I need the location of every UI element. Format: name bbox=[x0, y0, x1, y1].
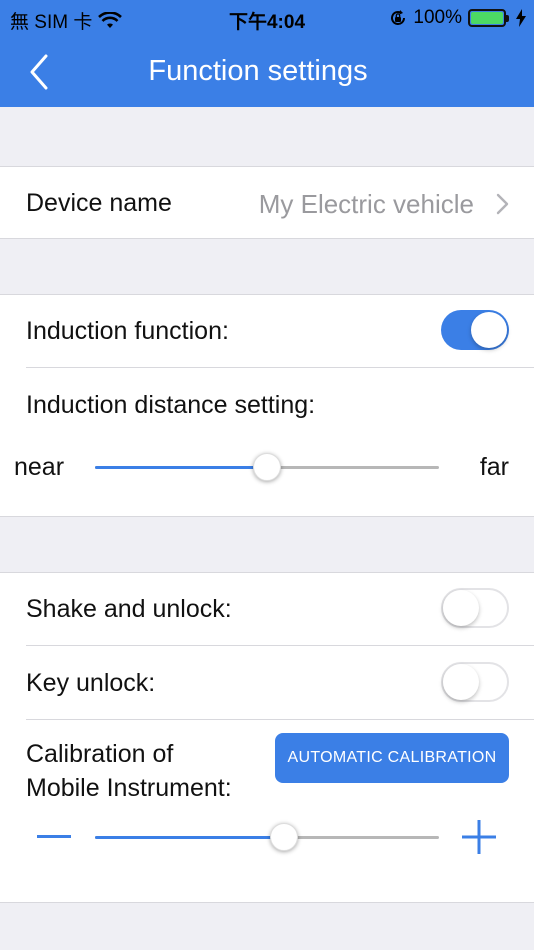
calibration-label-line2: Mobile Instrument: bbox=[26, 774, 232, 802]
slider-fill bbox=[95, 836, 285, 839]
battery-icon bbox=[468, 9, 509, 27]
slider-fill bbox=[95, 466, 267, 469]
orientation-lock-icon bbox=[391, 10, 406, 25]
divider bbox=[26, 367, 534, 368]
key-unlock-label: Key unlock: bbox=[26, 669, 156, 697]
divider bbox=[26, 645, 534, 646]
device-name-label: Device name bbox=[26, 189, 172, 217]
far-label: far bbox=[479, 453, 509, 481]
calibration-label: Calibration of Mobile Instrument: bbox=[26, 737, 232, 805]
induction-distance-slider[interactable] bbox=[95, 452, 439, 482]
battery-level bbox=[471, 12, 503, 24]
toggle-knob bbox=[471, 312, 507, 348]
unlock-group: Shake and unlock: Key unlock: Calibratio… bbox=[0, 572, 534, 903]
chevron-right-icon bbox=[496, 193, 509, 215]
calibration-label-line1: Calibration of bbox=[26, 740, 174, 768]
device-name-value: My Electric vehicle bbox=[258, 189, 474, 219]
slider-thumb[interactable] bbox=[270, 823, 299, 851]
page-title: Function settings bbox=[148, 55, 368, 87]
automatic-calibration-button[interactable]: AUTOMATIC CALIBRATION bbox=[275, 733, 509, 783]
shake-unlock-toggle[interactable] bbox=[441, 588, 509, 628]
device-name-row[interactable]: Device name My Electric vehicle bbox=[0, 166, 534, 239]
toggle-knob bbox=[443, 590, 479, 626]
key-unlock-toggle[interactable] bbox=[441, 662, 509, 702]
minus-icon bbox=[37, 835, 71, 838]
induction-function-label: Induction function: bbox=[26, 317, 229, 345]
toggle-knob bbox=[443, 664, 479, 700]
calibration-increase-button[interactable] bbox=[459, 817, 499, 857]
status-bar: 無 SIM 卡 下午4:04 100% bbox=[0, 0, 534, 36]
charging-icon bbox=[516, 9, 526, 27]
status-right: 100% bbox=[389, 7, 526, 29]
near-label: near bbox=[14, 453, 65, 481]
slider-thumb[interactable] bbox=[253, 453, 281, 481]
nav-bar: Function settings bbox=[0, 36, 534, 107]
battery-percent: 100% bbox=[413, 7, 462, 28]
calibration-decrease-button[interactable] bbox=[34, 817, 74, 857]
shake-unlock-label: Shake and unlock: bbox=[26, 595, 232, 623]
induction-toggle[interactable] bbox=[441, 310, 509, 350]
calibration-slider[interactable] bbox=[95, 822, 439, 852]
divider bbox=[26, 719, 534, 720]
induction-distance-label: Induction distance setting: bbox=[26, 391, 316, 419]
plus-icon bbox=[462, 820, 496, 854]
induction-group: Induction function: Induction distance s… bbox=[0, 294, 534, 517]
